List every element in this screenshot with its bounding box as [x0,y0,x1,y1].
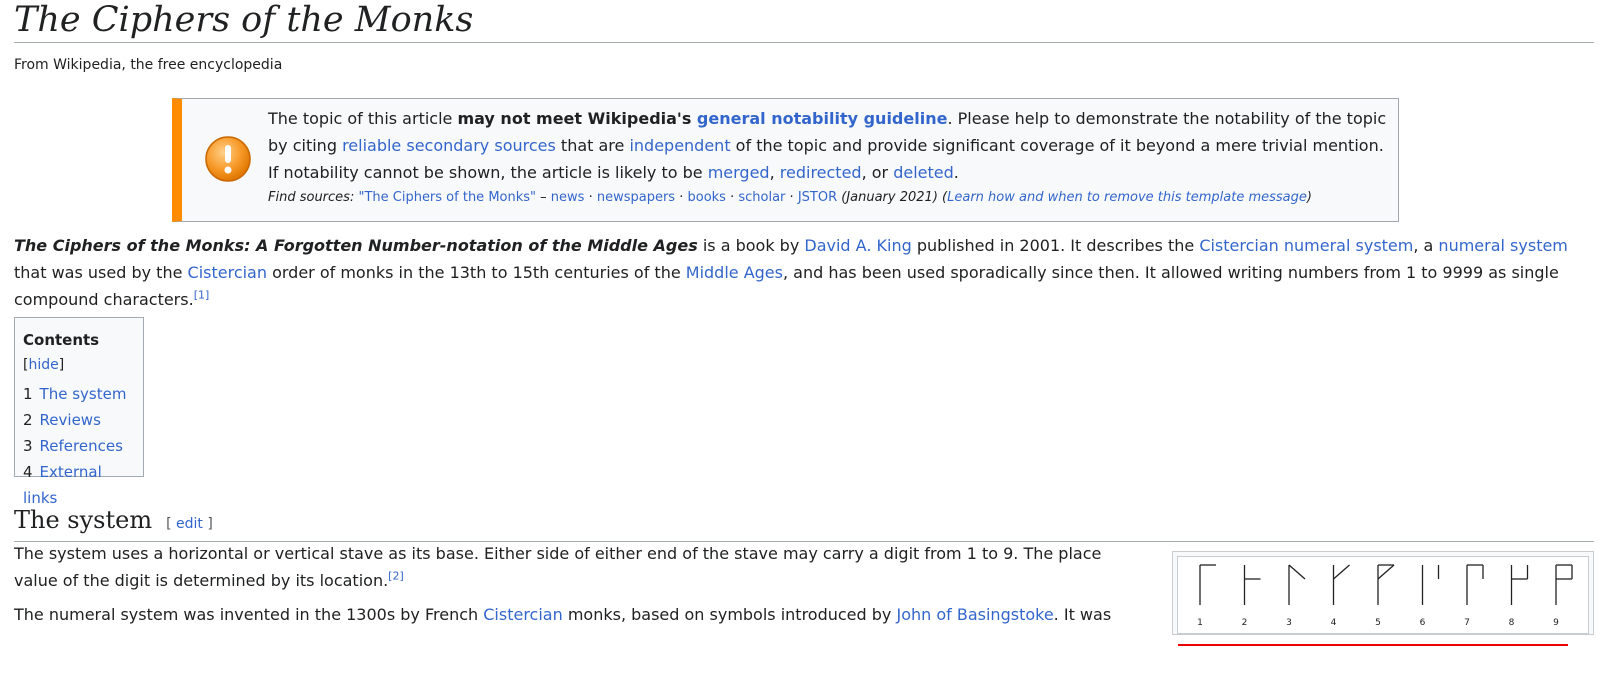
toc-title-text: Contents [23,331,100,349]
cipher-digit-label: 7 [1464,618,1470,628]
notice-text-part: , [769,163,780,182]
figure-image[interactable]: 1 2 3 4 5 6 7 8 9 [1177,556,1589,634]
page-title: The Ciphers of the Monks [14,0,1594,43]
reference-2-link[interactable]: [2] [388,570,404,583]
toc-link[interactable]: External links [23,463,102,507]
deleted-link[interactable]: deleted [893,163,954,182]
toc-link[interactable]: Reviews [40,411,101,429]
separator: · [785,190,798,205]
toc-number: 1 [23,385,33,403]
toc-list: 1 The system 2 Reviews 3 References 4 Extern… [23,381,135,511]
table-of-contents: Contents [hide] 1 The system 2 Reviews 3 Re… [14,317,144,507]
paragraph-text: The numeral system was invented in the 1… [14,605,484,624]
notice-text-part: that are [555,136,630,155]
cipher-glyph-2 [1243,565,1261,605]
toc-link[interactable]: The system [40,385,127,403]
cipher-digits-figure[interactable]: 1 2 3 4 5 6 7 8 9 [1172,551,1594,635]
cipher-glyph-8 [1510,565,1529,605]
toc-title: Contents [hide] [23,331,100,373]
toc-number: 3 [23,437,33,455]
cipher-glyph-4 [1332,564,1350,605]
notice-bold-part: may not meet Wikipedia's [457,109,697,128]
dash: – [536,190,551,205]
section-edit: [ edit ] [166,516,213,532]
reference-1-link[interactable]: [1] [194,289,210,302]
section-title: The system [14,506,153,534]
middle-ages-link[interactable]: Middle Ages [686,263,783,282]
source-news-link[interactable]: news [551,190,585,205]
toc-number: 2 [23,411,33,429]
notice-text-part: . [953,163,959,182]
cipher-digit-label: 9 [1553,618,1559,628]
cipher-glyph-6 [1421,565,1440,605]
cipher-digit-label: 3 [1286,618,1292,628]
cipher-digit-label: 6 [1420,618,1426,628]
lead-text: that was used by the [14,263,188,282]
redirected-link[interactable]: redirected [780,163,862,182]
source-newspapers-link[interactable]: newspapers [597,190,675,205]
edit-section-link[interactable]: edit [176,516,203,532]
notability-notice: The topic of this article may not meet W… [172,98,1399,222]
lead-text: is a book by [697,236,805,255]
john-basingstoke-link[interactable]: John of Basingstoke [896,605,1053,624]
tagline: From Wikipedia, the free encyclopedia [14,57,283,73]
reliable-sources-link[interactable]: reliable secondary sources [342,136,556,155]
system-paragraph-2: The numeral system was invented in the 1… [14,601,1114,628]
lead-text: published in 2001. It describes the [911,236,1200,255]
toc-number: 4 [23,463,33,481]
separator: · [675,190,688,205]
lead-text: order of monks in the 13th to 15th centu… [267,263,686,282]
notability-guideline-link[interactable]: general notability guideline [697,109,948,128]
warning-icon [205,136,251,182]
learn-remove-link[interactable]: Learn how and when to remove this templa… [947,190,1307,205]
independent-link[interactable]: independent [629,136,730,155]
book-title: The Ciphers of the Monks: A Forgotten Nu… [14,236,698,255]
article-page: The Ciphers of the Monks From Wikipedia,… [14,0,1594,624]
cistercian-link[interactable]: Cistercian [188,263,267,282]
find-sources-label: Find sources: [268,190,355,205]
separator: · [584,190,597,205]
toc-hide-link[interactable]: hide [28,357,58,373]
toc-item-reviews[interactable]: 2 Reviews [23,407,135,433]
cipher-digit-label: 8 [1509,618,1515,628]
toc-item-external-links[interactable]: 4 External links [23,459,135,511]
source-books-link[interactable]: books [687,190,725,205]
cipher-digit-label: 4 [1331,618,1337,628]
cistercian-numeral-link[interactable]: Cistercian numeral system [1199,236,1413,255]
source-jstor-link[interactable]: JSTOR [798,190,837,205]
cipher-digit-label: 1 [1197,618,1203,628]
cipher-digit-label: 2 [1242,618,1248,628]
david-king-link[interactable]: David A. King [804,236,911,255]
toc-link[interactable]: References [40,437,123,455]
cipher-digits-image: 1 2 3 4 5 6 7 8 9 [1197,564,1573,628]
notice-text-part: , or [861,163,894,182]
section-heading-the-system: The system [ edit ] [14,505,1594,542]
source-scholar-link[interactable]: scholar [738,190,785,205]
cipher-glyph-7 [1466,564,1484,605]
separator: · [725,190,739,205]
find-sources-line: Find sources: "The Ciphers of the Monks"… [268,190,1312,205]
cipher-glyph-3 [1288,564,1306,605]
numeral-system-link[interactable]: numeral system [1438,236,1567,255]
cistercian-link-2[interactable]: Cistercian [483,605,562,624]
system-paragraph-1: The system uses a horizontal or vertical… [14,540,1114,594]
red-underline [1178,644,1568,646]
cipher-glyph-9 [1555,564,1573,605]
cipher-digit-label: 5 [1375,618,1381,628]
merged-link[interactable]: merged [708,163,770,182]
toc-item-the-system[interactable]: 1 The system [23,381,135,407]
cipher-glyph-5 [1377,564,1395,605]
notice-text-part: The topic of this article [268,109,458,128]
notice-text: The topic of this article may not meet W… [268,105,1388,209]
paragraph-text: monks, based on symbols introduced by [562,605,897,624]
notice-date: (January 2021) [837,190,938,205]
paragraph-text: . It was [1053,605,1112,624]
paragraph-text: The system uses a horizontal or vertical… [14,544,1102,590]
toc-item-references[interactable]: 3 References [23,433,135,459]
find-query-link[interactable]: "The Ciphers of the Monks" [358,190,536,205]
lead-text: , a [1413,236,1439,255]
lead-paragraph: The Ciphers of the Monks: A Forgotten Nu… [14,232,1594,313]
cipher-glyph-1 [1199,564,1216,605]
